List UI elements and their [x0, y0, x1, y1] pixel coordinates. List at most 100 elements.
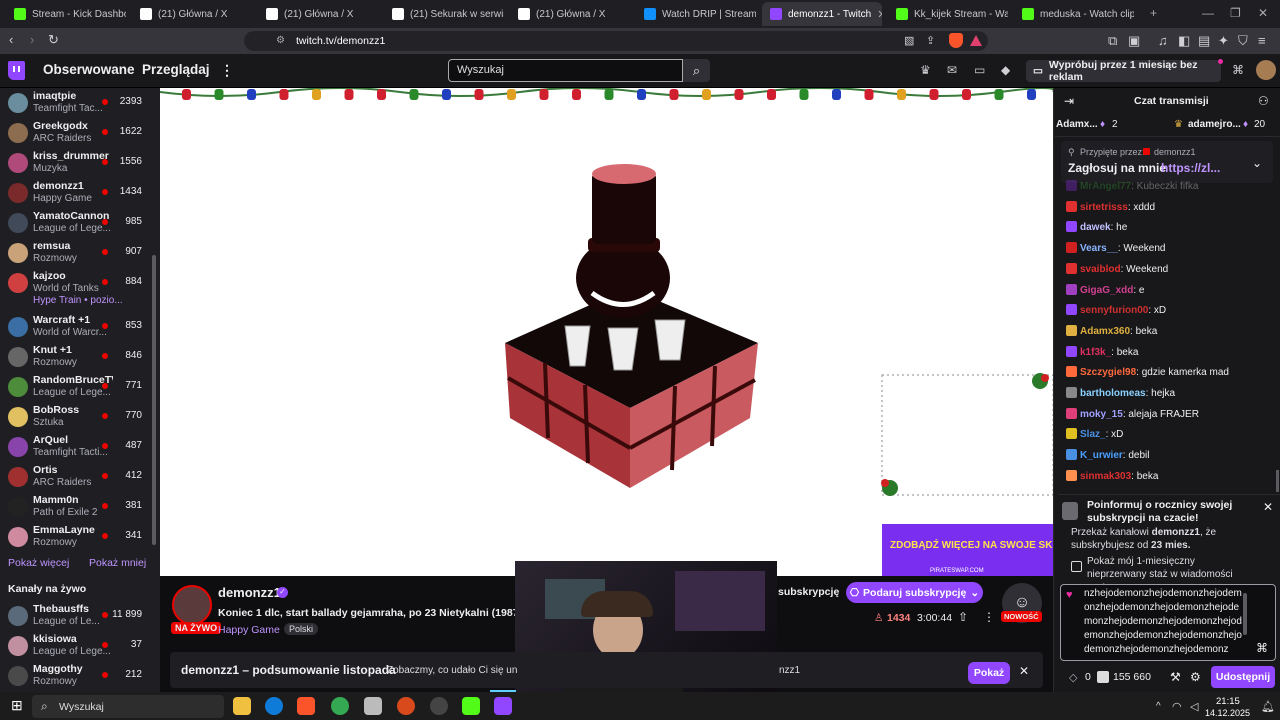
channel-item[interactable]: Thebausffs League of Le... 11 899	[0, 603, 152, 633]
play-icon[interactable]	[462, 697, 480, 715]
chat-username[interactable]: Slaz_	[1080, 429, 1106, 440]
subscribe-button[interactable]: subskrypcję	[778, 586, 839, 598]
video-player[interactable]: ZDOBĄDŹ WIĘCEJ NA SWOJE SKINY PIRATESWAP…	[160, 88, 1053, 576]
chat-username[interactable]: sinmak303	[1080, 471, 1131, 482]
recap-show-button[interactable]: Pokaż	[968, 662, 1010, 684]
chat-username[interactable]: svaiblod	[1080, 264, 1121, 275]
channel-item[interactable]: imaqtpie Teamfight Tac... 2393	[0, 90, 152, 120]
whispers-icon[interactable]: ▭	[974, 63, 985, 77]
chat-username[interactable]: GigaG_xdd	[1080, 285, 1133, 296]
maximize-icon[interactable]: ❐	[1230, 6, 1241, 20]
reload-icon[interactable]: ↻	[48, 32, 59, 48]
chat-message[interactable]: moky_15: alejaja FRAJER	[1066, 407, 1199, 420]
chat-message[interactable]: MrAngel77: Kubeczki fifka	[1066, 180, 1198, 192]
channel-item[interactable]: Ortis ARC Raiders 412	[0, 464, 152, 494]
chat-username[interactable]: Vears__	[1080, 243, 1118, 254]
channel-item[interactable]: kkisiowa League of Lege... 37	[0, 633, 152, 663]
prime-cta-button[interactable]: ▭ Wypróbuj przez 1 miesiąc bez reklam	[1026, 59, 1221, 83]
chat-username[interactable]: Adamx360	[1080, 326, 1130, 337]
share-stream-icon[interactable]: ⇧	[958, 610, 968, 624]
steam-icon[interactable]	[430, 697, 448, 715]
leo-icon[interactable]: ✦	[1218, 33, 1229, 49]
channel-item[interactable]: EmmaLayne Rozmowy 341	[0, 524, 152, 554]
chat-message[interactable]: sinmak303: beka	[1066, 469, 1158, 482]
volume-icon[interactable]: ◁	[1190, 700, 1198, 713]
chat-message[interactable]: Slaz_: xD	[1066, 428, 1123, 440]
share-icon[interactable]: ⇪	[926, 34, 935, 47]
file-explorer-icon[interactable]	[233, 697, 251, 715]
twitch-logo-icon[interactable]	[8, 61, 25, 80]
channel-item[interactable]: kriss_drummer Muzyka 1556	[0, 150, 152, 180]
music-icon[interactable]: ♫	[1158, 33, 1168, 48]
chat-message[interactable]: dawek: he	[1066, 221, 1127, 233]
taskbar-search-label[interactable]: Wyszukaj	[59, 701, 104, 713]
edge-icon[interactable]	[265, 697, 283, 715]
turbo-icon[interactable]: ⌘	[1232, 63, 1244, 77]
chat-username[interactable]: moky_15	[1080, 409, 1123, 420]
minimize-icon[interactable]: —	[1202, 6, 1214, 20]
channel-item[interactable]: YamatoCannon League of Lege... 985	[0, 210, 152, 240]
collapse-chat-icon[interactable]: ⇥	[1064, 94, 1074, 108]
reader-mode-icon[interactable]: ▧	[904, 34, 914, 47]
resub-checkbox[interactable]	[1071, 561, 1082, 572]
tab-2[interactable]: (21) Główna / X	[258, 2, 378, 26]
url-text[interactable]: twitch.tv/demonzz1	[296, 35, 385, 47]
input-scrollbar[interactable]	[1243, 593, 1247, 635]
recap-close-icon[interactable]: ✕	[1019, 664, 1029, 678]
user-avatar[interactable]	[1256, 60, 1276, 80]
menu-icon[interactable]: ≡	[1258, 33, 1266, 48]
tab-0[interactable]: Stream - Kick Dashbo	[6, 2, 126, 26]
bits-icon[interactable]: ◆	[1001, 63, 1010, 77]
tray-chevron-icon[interactable]: ^	[1156, 701, 1161, 712]
inbox-icon[interactable]: ✉	[947, 63, 957, 77]
more-menu-icon[interactable]: ⋮	[220, 62, 234, 79]
channel-item[interactable]: remsua Rozmowy 907	[0, 240, 152, 270]
channel-item[interactable]: Maggothy Rozmowy 212	[0, 663, 152, 693]
chat-message[interactable]: Szczygiel98: gdzie kamerka mad	[1066, 366, 1229, 378]
channel-item[interactable]: RandomBruceTV League of Lege... 771	[0, 374, 152, 404]
extensions-icon[interactable]: ⧉	[1108, 33, 1117, 49]
chat-username[interactable]: dawek	[1080, 222, 1111, 233]
chat-message[interactable]: Vears__: Weekend	[1066, 242, 1165, 254]
clock-date[interactable]: 14.12.2025	[1205, 708, 1250, 718]
clock-time[interactable]: 21:15	[1216, 696, 1240, 707]
chat-message[interactable]: Adamx360: beka	[1066, 324, 1157, 337]
search-icon[interactable]: ⌕	[683, 59, 710, 82]
twitch-taskbar-icon[interactable]	[494, 697, 512, 715]
chat-users-icon[interactable]: ⚇	[1258, 94, 1269, 108]
close-window-icon[interactable]: ✕	[1258, 6, 1268, 20]
vpn-icon[interactable]: ⛉	[1238, 33, 1248, 49]
tab-5[interactable]: Watch DRIP | Streamable	[636, 2, 756, 26]
brave-icon[interactable]	[297, 697, 315, 715]
tag-chip[interactable]: Polski	[284, 623, 319, 635]
tab-6[interactable]: demonzz1 - Twitch ✕	[762, 2, 882, 26]
category-link[interactable]: Happy Game	[218, 624, 280, 636]
points-icon[interactable]: ◇	[1069, 671, 1077, 684]
tab-1[interactable]: (21) Główna / X	[132, 2, 252, 26]
share-chat-button[interactable]: Udostępnij	[1211, 666, 1275, 688]
tab-8[interactable]: meduska - Watch clips or	[1014, 2, 1134, 26]
prime-loot-icon[interactable]: ♛	[920, 63, 931, 77]
sidebar-scrollbar[interactable]	[152, 255, 156, 545]
channel-item[interactable]: demonzz1 Happy Game 1434	[0, 180, 152, 210]
chat-message[interactable]: sennyfurion00: xD	[1066, 304, 1166, 316]
pinned-expand-icon[interactable]: ⌄	[1252, 156, 1262, 170]
resub-close-icon[interactable]: ✕	[1263, 500, 1273, 514]
gifter-1-name[interactable]: Adamx...	[1056, 119, 1098, 130]
chat-username[interactable]: k1f3k_	[1080, 347, 1111, 358]
wallet2-icon[interactable]: ▤	[1198, 33, 1210, 49]
chat-message[interactable]: sirtetrisss: xddd	[1066, 200, 1155, 213]
chat-username[interactable]: Szczygiel98	[1080, 367, 1136, 378]
chat-username[interactable]: K_urwier	[1080, 450, 1123, 461]
chat-username[interactable]: sennyfurion00	[1080, 305, 1148, 316]
tab-4[interactable]: (21) Główna / X	[510, 2, 630, 26]
channel-item[interactable]: Greekgodx ARC Raiders 1622	[0, 120, 152, 150]
show-less-link[interactable]: Pokaż mniej	[89, 557, 146, 569]
channel-item[interactable]: kajzoo World of Tanks 884 Hype Train • pozi…	[0, 270, 152, 314]
wifi-icon[interactable]: ◠	[1172, 700, 1182, 713]
sidebar-toggle-icon[interactable]: ◧	[1178, 33, 1190, 49]
site-info-icon[interactable]: ⚙	[276, 35, 285, 46]
channel-item[interactable]: Mamm0n Path of Exile 2 381	[0, 494, 152, 524]
wallet-icon[interactable]: ▣	[1128, 33, 1140, 49]
channel-points-icon[interactable]	[1097, 671, 1109, 683]
